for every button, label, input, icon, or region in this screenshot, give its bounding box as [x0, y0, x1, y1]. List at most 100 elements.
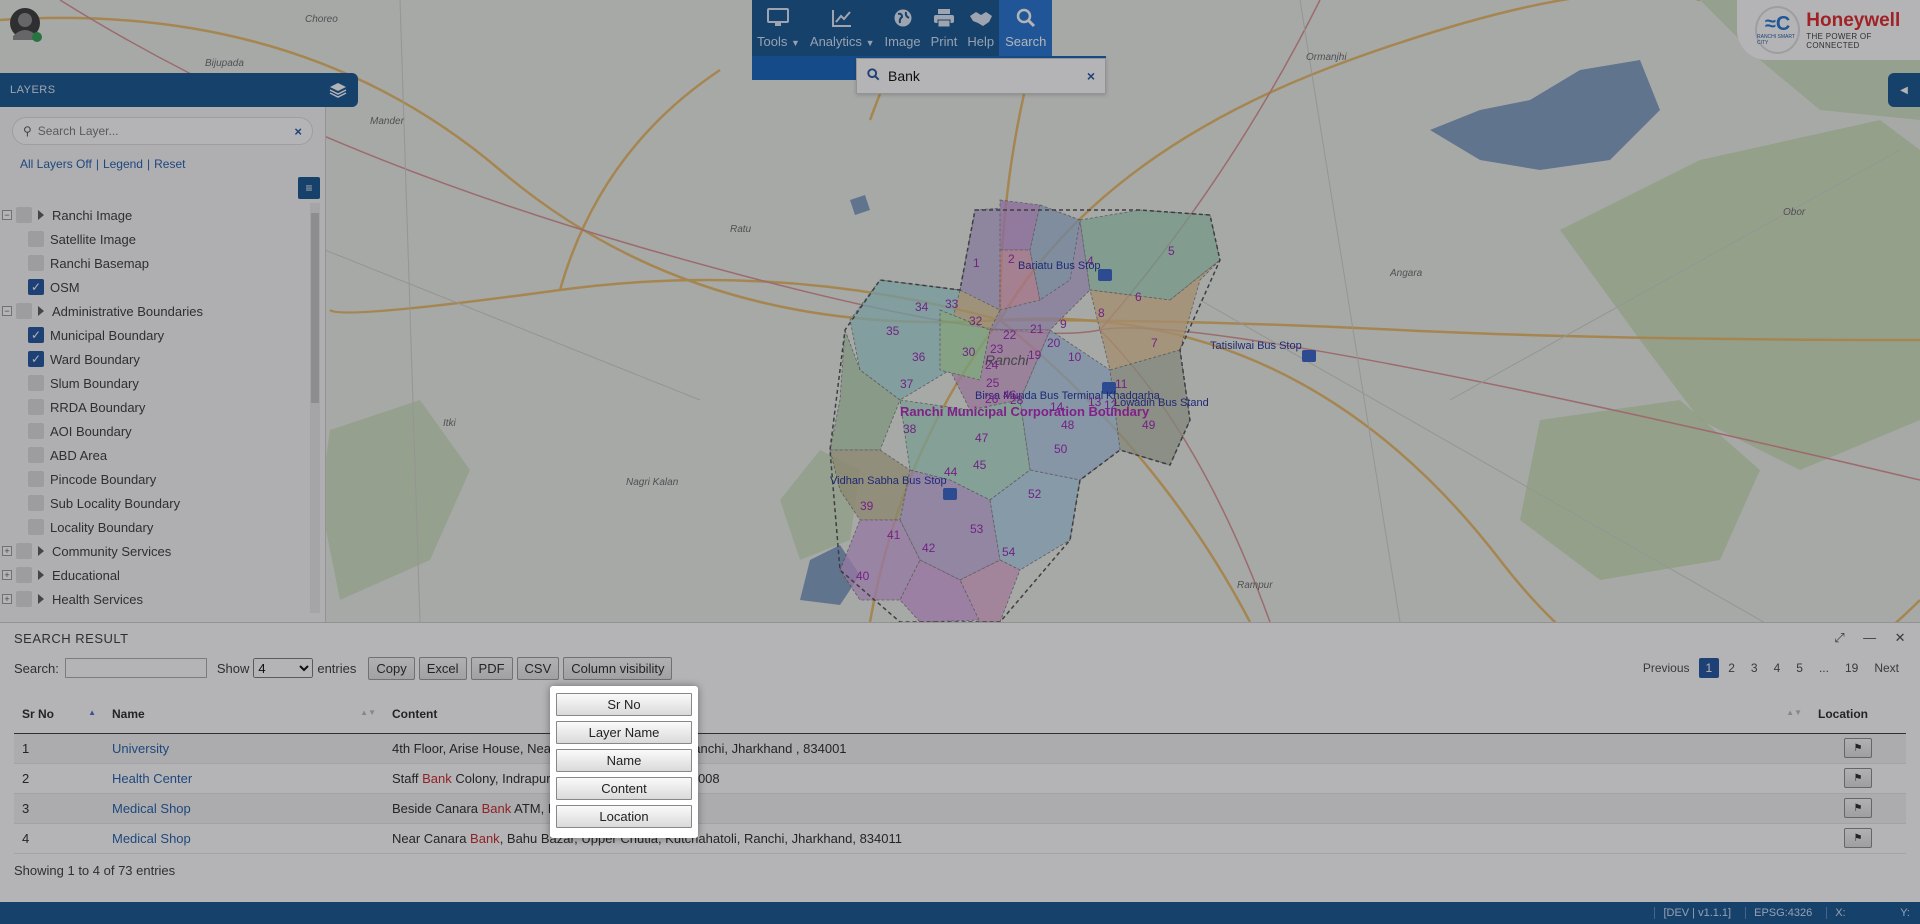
minimize-icon[interactable]: —: [1863, 630, 1877, 646]
expand-toggle-icon[interactable]: −: [2, 306, 12, 316]
name-link[interactable]: Medical Shop: [104, 823, 384, 854]
layer-checkbox[interactable]: [28, 495, 44, 511]
layer-item[interactable]: − Ranchi Image: [0, 203, 322, 227]
layer-checkbox[interactable]: [28, 231, 44, 247]
layer-item[interactable]: Slum Boundary: [0, 371, 322, 395]
page-button[interactable]: 2: [1721, 658, 1742, 678]
help-button[interactable]: Help: [962, 0, 999, 56]
layer-checkbox[interactable]: ✓: [28, 351, 44, 367]
expand-toggle-icon[interactable]: +: [2, 570, 12, 580]
location-pin-icon[interactable]: ⚑: [1844, 828, 1872, 848]
layer-item[interactable]: − Administrative Boundaries: [0, 299, 322, 323]
table-row[interactable]: 3Medical ShopBeside Canara Bank ATM, K..…: [14, 793, 1906, 824]
page-button[interactable]: 3: [1744, 658, 1765, 678]
layer-item[interactable]: Satellite Image: [0, 227, 322, 251]
toggle-column-location[interactable]: Location: [556, 805, 692, 828]
tools-menu-button[interactable]: Tools ▼: [752, 0, 805, 56]
close-icon[interactable]: ✕: [1895, 630, 1906, 646]
layer-checkbox[interactable]: [28, 519, 44, 535]
page-button[interactable]: 5: [1789, 658, 1810, 678]
name-link[interactable]: Medical Shop: [104, 793, 384, 824]
layer-item[interactable]: ✓ Municipal Boundary: [0, 323, 322, 347]
csv-button[interactable]: CSV: [516, 656, 560, 680]
layer-item[interactable]: +Local Landmark: [0, 611, 322, 613]
location-pin-icon[interactable]: ⚑: [1844, 738, 1872, 758]
layer-item[interactable]: ✓ Ward Boundary: [0, 347, 322, 371]
layer-item[interactable]: Pincode Boundary: [0, 467, 322, 491]
layer-item[interactable]: RRDA Boundary: [0, 395, 322, 419]
location-pin-icon[interactable]: ⚑: [1844, 768, 1872, 788]
analytics-menu-button[interactable]: Analytics ▼: [805, 0, 880, 56]
result-search-input[interactable]: [64, 658, 207, 678]
layer-item[interactable]: + Educational: [0, 563, 322, 587]
column-header-location[interactable]: Location: [1810, 695, 1906, 734]
layer-tools-button[interactable]: ≡: [298, 177, 320, 199]
layer-checkbox[interactable]: [16, 567, 32, 583]
entries-select[interactable]: 4: [253, 658, 314, 678]
layer-tree-scrollbar[interactable]: [310, 203, 320, 613]
layers-stack-icon[interactable]: [328, 80, 348, 100]
chart-icon: [831, 8, 853, 34]
layer-checkbox[interactable]: [16, 543, 32, 559]
column-header-sr-no[interactable]: Sr No ▲: [14, 695, 104, 734]
bus-stop-label[interactable]: Vidhan Sabha Bus Stop: [830, 475, 947, 487]
layer-item[interactable]: + Community Services: [0, 539, 322, 563]
layer-checkbox[interactable]: [28, 423, 44, 439]
page-button[interactable]: 4: [1767, 658, 1788, 678]
page-button[interactable]: 19: [1838, 658, 1865, 678]
image-button[interactable]: Image: [879, 0, 925, 56]
all-layers-off-link[interactable]: All Layers Off: [20, 157, 92, 171]
layer-item[interactable]: Sub Locality Boundary: [0, 491, 322, 515]
layer-item[interactable]: Locality Boundary: [0, 515, 322, 539]
layer-item[interactable]: AOI Boundary: [0, 419, 322, 443]
bus-stop-label[interactable]: Tatisilwai Bus Stop: [1210, 340, 1302, 352]
copy-button[interactable]: Copy: [368, 656, 415, 680]
toggle-column-name[interactable]: Name: [556, 749, 692, 772]
toggle-column-sr-no[interactable]: Sr No: [556, 693, 692, 716]
layer-checkbox[interactable]: [16, 591, 32, 607]
clear-search-icon[interactable]: ×: [294, 124, 302, 139]
clear-search-icon[interactable]: ×: [1087, 68, 1095, 84]
layer-search-input[interactable]: [37, 124, 295, 138]
layer-checkbox[interactable]: [16, 207, 32, 223]
location-pin-icon[interactable]: ⚑: [1844, 798, 1872, 818]
table-row[interactable]: 1 University 4th Floor, Arise House, Neai …: [14, 733, 1906, 764]
column-header-name[interactable]: Name ▲▼: [104, 695, 384, 734]
name-link[interactable]: University: [104, 733, 384, 764]
table-row[interactable]: 4 Medical Shop Near Canara Bank, Bahu Baza…: [14, 823, 1906, 854]
ward-number: 11: [1115, 377, 1128, 391]
layer-checkbox[interactable]: [28, 399, 44, 415]
layer-checkbox[interactable]: [28, 471, 44, 487]
page-button[interactable]: 1: [1698, 658, 1720, 678]
table-row[interactable]: 2 Health Center Staff Bank Colony, Indrapu…: [14, 763, 1906, 794]
layer-checkbox[interactable]: [28, 255, 44, 271]
layer-checkbox[interactable]: ✓: [28, 327, 44, 343]
layer-item[interactable]: + Health Services: [0, 587, 322, 611]
layer-item[interactable]: Ranchi Basemap: [0, 251, 322, 275]
next-page-button[interactable]: Next: [1867, 658, 1906, 678]
legend-link[interactable]: Legend: [103, 157, 143, 171]
layer-checkbox[interactable]: [28, 375, 44, 391]
right-panel-toggle-icon[interactable]: ◀: [1888, 73, 1920, 107]
layer-checkbox[interactable]: [16, 303, 32, 319]
expand-toggle-icon[interactable]: −: [2, 210, 12, 220]
layer-item[interactable]: ABD Area: [0, 443, 322, 467]
toggle-column-content[interactable]: Content: [556, 777, 692, 800]
user-avatar-icon[interactable]: [8, 6, 42, 44]
reset-link[interactable]: Reset: [154, 157, 185, 171]
expand-icon[interactable]: ⤢: [1834, 630, 1845, 646]
layer-checkbox[interactable]: [28, 447, 44, 463]
layer-checkbox[interactable]: ✓: [28, 279, 44, 295]
search-button[interactable]: Search: [999, 0, 1053, 56]
toggle-column-layer-name[interactable]: Layer Name: [556, 721, 692, 744]
layer-item[interactable]: ✓ OSM: [0, 275, 322, 299]
pdf-button[interactable]: PDF: [470, 656, 513, 680]
previous-page-button[interactable]: Previous: [1636, 658, 1697, 678]
expand-toggle-icon[interactable]: +: [2, 594, 12, 604]
expand-toggle-icon[interactable]: +: [2, 546, 12, 556]
excel-button[interactable]: Excel: [418, 656, 467, 680]
column-visibility-button[interactable]: Column visibility: [563, 656, 673, 680]
map-search-input[interactable]: [888, 68, 1087, 84]
name-link[interactable]: Health Center: [104, 763, 384, 794]
print-button[interactable]: Print: [926, 0, 963, 56]
